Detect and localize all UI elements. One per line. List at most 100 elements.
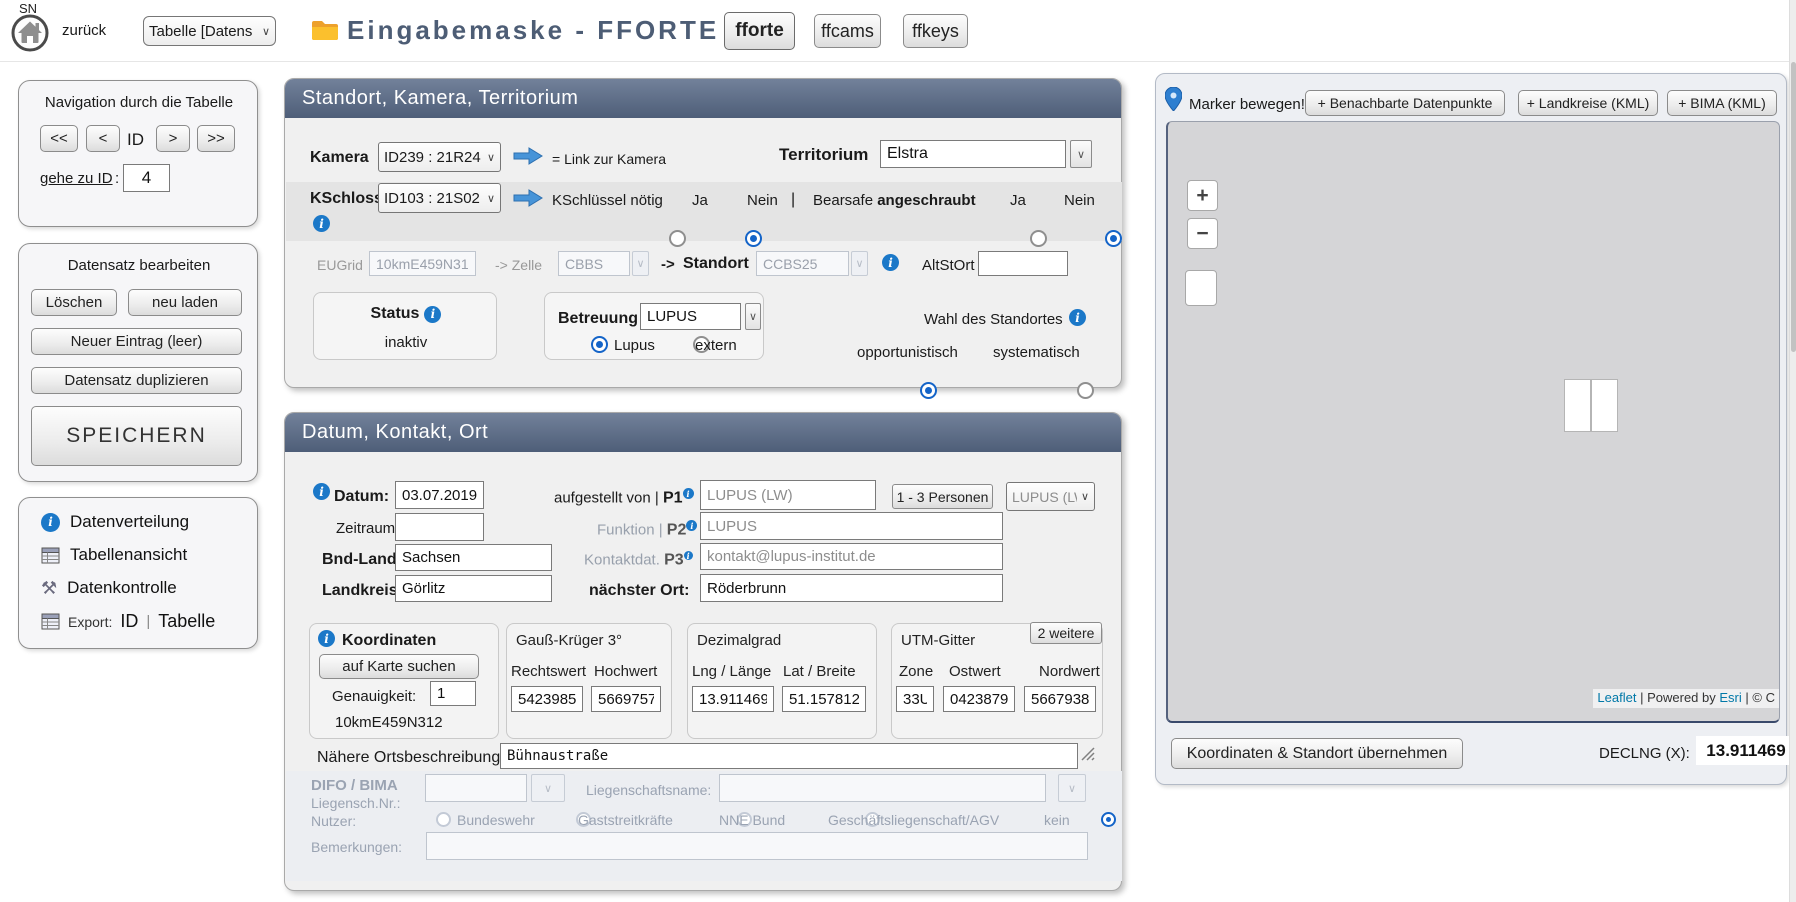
export-tabelle-link[interactable]: Tabelle [158,611,215,632]
ort-input[interactable] [700,574,1003,602]
genauigkeit-input[interactable] [430,681,476,706]
app-button-ffcams[interactable]: ffcams [814,14,881,48]
datenpunkte-button[interactable]: + Benachbarte Datenpunkte [1305,90,1505,116]
attribution-separator: | [1640,690,1643,705]
camera-link-arrow-icon[interactable] [513,146,543,166]
duplicate-button[interactable]: Datensatz duplizieren [31,367,242,394]
export-id-link[interactable]: ID [120,611,138,632]
landkreise-kml-button[interactable]: + Landkreise (KML) [1518,90,1658,116]
wahl-opportunistisch-radio[interactable] [920,382,937,399]
kschloss-info-icon[interactable] [313,215,330,232]
p1-info-icon[interactable] [683,488,694,499]
lat-input[interactable] [782,686,866,712]
standort-panel: Standort, Kamera, Territorium Kamera ID2… [284,78,1122,388]
zone-input[interactable] [896,686,934,712]
p1-select[interactable]: LUPUS (LW [1006,482,1095,511]
funktion-label-bold: P2 [667,522,687,539]
rechtswert-input[interactable] [511,686,583,712]
map-layers-button[interactable] [1185,270,1217,306]
betreuung-dropdown-button[interactable] [745,303,761,330]
betreuung-label: Betreuung [558,310,638,328]
bima-kml-button[interactable]: + BIMA (KML) [1667,90,1777,116]
standort-info-icon[interactable] [882,254,899,271]
link-datenkontrolle[interactable]: ⚒ Datenkontrolle [41,578,177,598]
p3-input[interactable] [700,543,1003,570]
kamera-select[interactable]: ID239 : 21R24 [378,142,501,172]
save-button[interactable]: SPEICHERN [31,406,242,466]
ostwert-input[interactable] [943,686,1015,712]
liegensch-nr-label: Liegensch.Nr.: [311,795,401,811]
link-datenverteilung[interactable]: Datenverteilung [41,512,189,532]
map-canvas[interactable]: + − Leaflet | Powered by Esri | © C [1166,121,1780,723]
p2-input[interactable] [700,512,1003,540]
wahl-systematisch-radio[interactable] [1077,382,1094,399]
back-link[interactable]: zurück [62,22,106,39]
nav-first-button[interactable]: << [40,125,78,152]
scrollbar-track[interactable] [1789,0,1796,902]
zeitraum-input[interactable] [395,513,484,541]
resize-handle-icon[interactable] [1081,747,1095,761]
esri-link[interactable]: Esri [1719,690,1741,705]
bearsafe-nein-radio[interactable] [1105,230,1122,247]
kschluessel-nein-radio[interactable] [745,230,762,247]
marker-hint: Marker bewegen! [1189,96,1305,113]
scrollbar-thumb[interactable] [1791,62,1796,352]
kamera-label: Kamera [310,149,369,167]
lng-input[interactable] [692,686,774,712]
delete-button[interactable]: Löschen [31,289,117,316]
hochwert-input[interactable] [591,686,661,712]
datum-input[interactable] [395,481,484,509]
territorium-input[interactable] [880,140,1066,168]
landkreis-input[interactable] [395,575,552,602]
gauss-col1: Rechtswert [511,663,586,680]
p3-info-icon[interactable] [684,551,693,560]
altstort-input[interactable] [978,251,1068,276]
betreuung-input[interactable] [640,303,741,330]
leaflet-link[interactable]: Leaflet [1597,690,1636,705]
utm-more-button[interactable]: 2 weitere [1030,622,1102,644]
aufgestellt-label-bold: P1 [663,490,683,507]
reload-button[interactable]: neu laden [128,289,242,316]
app-button-ffkeys[interactable]: ffkeys [903,14,968,48]
bearsafe-ja-radio[interactable] [1030,230,1047,247]
kschluessel-ja-radio[interactable] [669,230,686,247]
wahl-info-icon[interactable] [1069,309,1086,326]
kschloss-select[interactable]: ID103 : 21S02 [378,183,501,213]
goto-id-link[interactable]: gehe zu ID [40,170,113,187]
kontakt-label: Kontaktdat. P3 [584,551,693,570]
kschloss-link-arrow-icon[interactable] [513,188,543,208]
table-select[interactable]: Tabelle [Datens [143,16,276,46]
link-label: Datenverteilung [70,512,189,532]
p2-info-icon[interactable] [686,520,697,531]
new-entry-button[interactable]: Neuer Eintrag (leer) [31,328,242,355]
nordwert-input[interactable] [1024,686,1096,712]
ortsbeschreibung-input[interactable] [500,743,1078,769]
table-icon [41,613,60,630]
navigation-title: Navigation durch die Tabelle [19,94,259,111]
home-icon[interactable] [10,13,50,53]
kontakt-label-bold: P3 [664,552,684,569]
nav-next-button[interactable]: > [156,125,190,152]
goto-id-input[interactable] [123,164,170,192]
p1-select-value: LUPUS (LW [1012,489,1077,505]
bearsafe-label-bold: angeschraubt [877,192,975,209]
status-info-icon[interactable] [424,306,441,323]
personen-button[interactable]: 1 - 3 Personen [892,484,993,509]
betreuung-lupus-radio[interactable] [591,336,608,353]
apply-coordinates-button[interactable]: Koordinaten & Standort übernehmen [1171,738,1463,769]
genauigkeit-label: Genauigkeit: [332,688,416,705]
datum-info-icon[interactable] [313,483,330,500]
utm-box: UTM-Gitter 2 weitere Zone Ostwert Nordwe… [891,623,1103,739]
nav-last-button[interactable]: >> [197,125,235,152]
map-zoom-in-button[interactable]: + [1187,180,1218,211]
gauss-title: Gauß-Krüger 3° [516,632,622,649]
link-tabellenansicht[interactable]: Tabellenansicht [41,545,187,565]
p1-input[interactable] [700,480,876,510]
territorium-dropdown-button[interactable] [1070,140,1092,168]
bndland-input[interactable] [395,544,552,571]
koordinaten-info-icon[interactable] [318,630,335,647]
map-zoom-out-button[interactable]: − [1187,218,1218,249]
app-button-fforte[interactable]: fforte [724,12,795,50]
karte-suchen-button[interactable]: auf Karte suchen [319,654,479,679]
nav-prev-button[interactable]: < [86,125,120,152]
